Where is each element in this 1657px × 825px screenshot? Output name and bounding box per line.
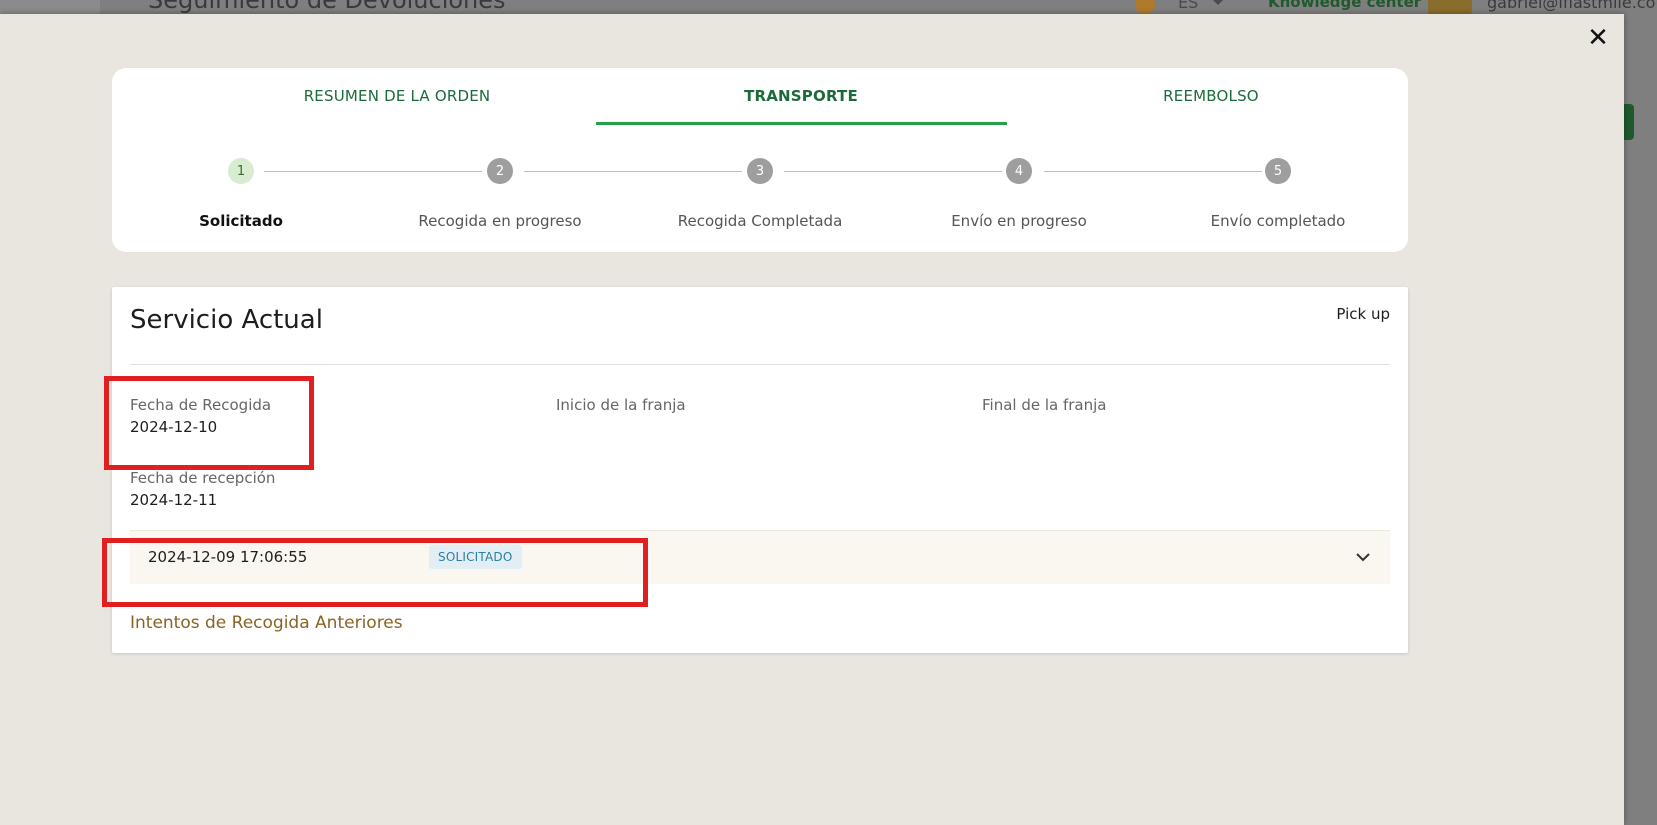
close-button[interactable]: ✕ (1584, 24, 1612, 52)
step-2-label: Recogida en progreso (418, 212, 582, 230)
previous-attempts-link[interactable]: Intentos de Recogida Anteriores (130, 613, 403, 633)
highlight-box-history-row (102, 538, 648, 607)
step-4-circle: 4 (1006, 158, 1032, 184)
tab-transport[interactable]: TRANSPORTE (596, 68, 1006, 124)
reception-date-value: 2024-12-11 (130, 491, 218, 509)
return-tracking-drawer: ✕ RESUMEN DE LA ORDEN TRANSPORTE REEMBOL… (0, 14, 1624, 825)
step-5-circle: 5 (1265, 158, 1291, 184)
service-title: Servicio Actual (130, 305, 323, 335)
tabs-stepper-card: RESUMEN DE LA ORDEN TRANSPORTE REEMBOLSO… (112, 68, 1408, 252)
tab-order-summary[interactable]: RESUMEN DE LA ORDEN (192, 68, 602, 124)
knowledge-center-link: Knowledge center (1268, 0, 1422, 11)
step-3-circle: 3 (747, 158, 773, 184)
active-tab-indicator (596, 122, 1007, 125)
step-connector (784, 171, 1002, 172)
step-3-label: Recogida Completada (677, 212, 843, 230)
slot-end-label: Final de la franja (982, 396, 1107, 414)
step-5-label: Envío completado (1210, 212, 1346, 230)
step-connector (524, 171, 742, 172)
step-1-label: Solicitado (199, 212, 283, 230)
reception-date-label: Fecha de recepción (130, 469, 276, 487)
expand-button[interactable] (1350, 544, 1376, 570)
background-page-title: Seguimiento de Devoluciones (148, 0, 506, 14)
tab-refund[interactable]: REEMBOLSO (1006, 68, 1416, 124)
step-2-circle: 2 (487, 158, 513, 184)
close-icon: ✕ (1587, 23, 1609, 53)
service-type: Pick up (1336, 305, 1390, 323)
divider (130, 364, 1390, 365)
language-selector: ES (1178, 0, 1199, 12)
step-4-label: Envío en progreso (951, 212, 1087, 230)
caret-down-icon (1212, 0, 1224, 5)
slot-start-label: Inicio de la franja (556, 396, 686, 414)
tab-bar: RESUMEN DE LA ORDEN TRANSPORTE REEMBOLSO (112, 68, 1408, 125)
step-1-circle: 1 (228, 158, 254, 184)
spain-flag-icon (1135, 0, 1155, 14)
step-connector (264, 171, 482, 172)
highlight-box-pickup-date (104, 376, 314, 470)
chevron-down-icon (1356, 553, 1370, 562)
step-connector (1044, 171, 1262, 172)
user-email: gabriel@lflastmile.co (1487, 0, 1656, 12)
